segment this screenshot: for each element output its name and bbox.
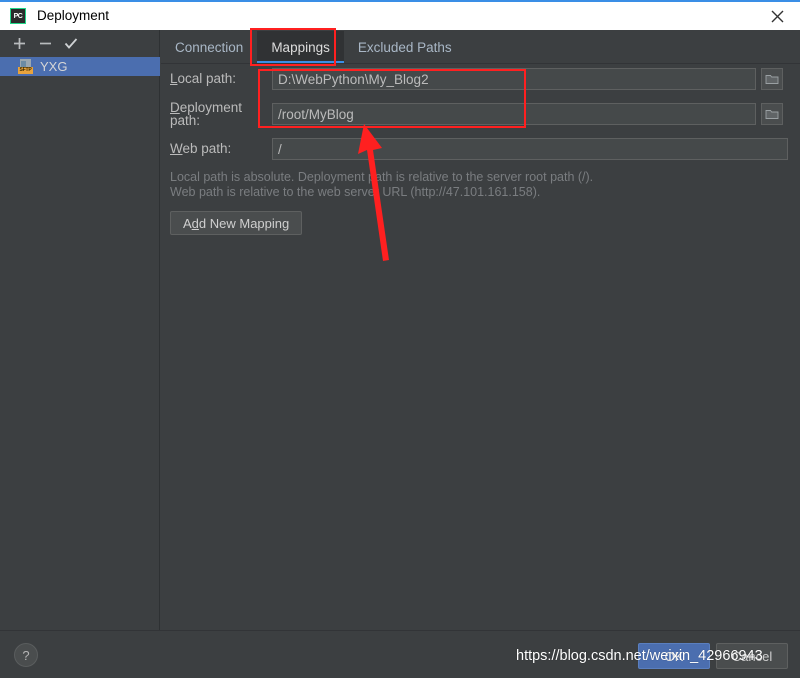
sidebar-item-yxg[interactable]: SFTP YXG xyxy=(0,57,160,76)
deployment-path-input[interactable]: /root/MyBlog xyxy=(272,103,756,125)
help-button[interactable]: ? xyxy=(14,643,38,667)
sidebar-toolbar xyxy=(0,30,160,57)
web-path-label: Web path: xyxy=(161,142,272,156)
set-default-server-button[interactable] xyxy=(58,32,84,56)
server-sidebar: SFTP YXG xyxy=(0,30,160,630)
local-path-input[interactable]: D:\WebPython\My_Blog2 xyxy=(272,68,756,90)
add-server-button[interactable] xyxy=(6,32,32,56)
mappings-hint: Local path is absolute. Deployment path … xyxy=(161,170,800,200)
pycharm-icon: PC xyxy=(10,8,26,24)
local-path-row: Local path: D:\WebPython\My_Blog2 xyxy=(161,64,800,94)
local-path-label-mnemonic: L xyxy=(170,71,178,87)
footer-button-group: OK Cancel xyxy=(638,643,788,669)
cancel-button[interactable]: Cancel xyxy=(716,643,788,669)
web-path-label-text: eb path: xyxy=(182,141,232,157)
ok-button[interactable]: OK xyxy=(638,643,710,669)
window-title: Deployment xyxy=(37,8,110,24)
web-path-label-mnemonic: W xyxy=(170,141,183,157)
local-path-label-text: ocal path: xyxy=(177,71,237,87)
deployment-path-browse-folder-icon[interactable] xyxy=(761,103,783,125)
sftp-server-icon: SFTP xyxy=(18,59,34,74)
mappings-hint-line-1: Local path is absolute. Deployment path … xyxy=(170,170,594,184)
local-path-label: Local path: xyxy=(161,72,272,86)
deployment-path-label-text: eployment path: xyxy=(170,99,243,128)
tab-mappings[interactable]: Mappings xyxy=(257,31,344,64)
deployment-path-row: Deployment path: /root/MyBlog xyxy=(161,99,800,129)
mappings-hint-line-2: Web path is relative to the web server U… xyxy=(170,185,541,199)
tab-excluded-paths[interactable]: Excluded Paths xyxy=(344,31,466,64)
add-new-mapping-mnemonic: d xyxy=(191,215,199,231)
remove-server-button[interactable] xyxy=(32,32,58,56)
sidebar-item-label: YXG xyxy=(40,59,68,74)
pycharm-icon-text: PC xyxy=(13,12,23,20)
title-bar: PC Deployment xyxy=(0,0,800,30)
deployment-path-label: Deployment path: xyxy=(161,99,272,128)
web-path-input[interactable]: / xyxy=(272,138,788,160)
close-icon[interactable] xyxy=(754,2,800,30)
deployment-dialog: PC Deployment SFTP YXG Connection Mappin… xyxy=(0,0,800,678)
add-new-mapping-button[interactable]: Add New Mapping xyxy=(170,211,303,235)
server-list: SFTP YXG xyxy=(0,57,160,76)
tab-bar: Connection Mappings Excluded Paths xyxy=(161,30,800,64)
tab-connection[interactable]: Connection xyxy=(161,31,257,64)
web-path-row: Web path: / xyxy=(161,134,800,164)
mappings-form: Local path: D:\WebPython\My_Blog2 Deploy… xyxy=(161,64,800,235)
add-new-mapping-prefix: A xyxy=(183,215,192,231)
dialog-footer: ? OK Cancel xyxy=(0,630,800,678)
sftp-icon-tag: SFTP xyxy=(18,67,33,74)
dialog-body: SFTP YXG Connection Mappings Excluded Pa… xyxy=(0,30,800,630)
content-panel: Connection Mappings Excluded Paths Local… xyxy=(161,30,800,630)
add-new-mapping-suffix: d New Mapping xyxy=(198,215,290,231)
local-path-browse-folder-icon[interactable] xyxy=(761,68,783,90)
